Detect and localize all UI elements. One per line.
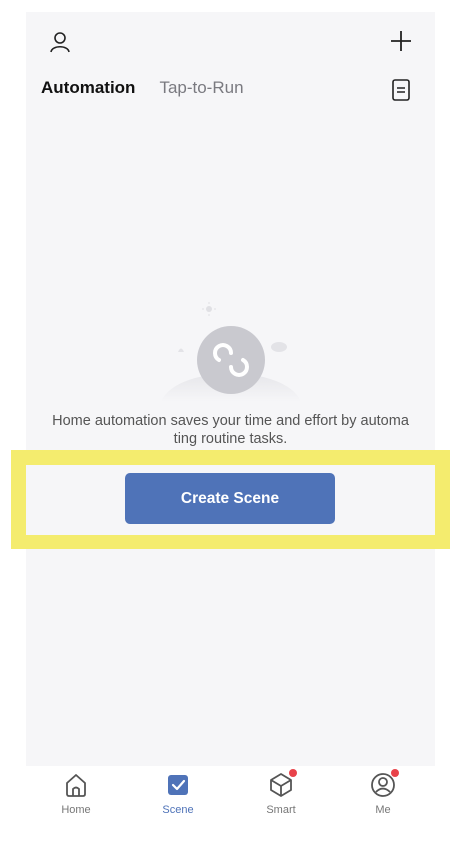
profile-icon[interactable] — [48, 30, 72, 54]
home-icon — [66, 774, 86, 797]
me-badge — [391, 769, 399, 777]
nav-smart[interactable]: Smart — [241, 769, 321, 816]
nav-home[interactable]: Home — [36, 772, 116, 816]
scene-check-icon — [168, 775, 188, 795]
bottom-nav: Home Scene Smart Me — [26, 766, 435, 846]
nav-scene[interactable]: Scene — [138, 772, 218, 816]
nav-label-scene: Scene — [162, 804, 194, 816]
empty-state-illustration — [161, 302, 301, 402]
empty-state-message: Home automation saves your time and effo… — [52, 413, 409, 447]
log-list-icon[interactable] — [389, 78, 413, 102]
nav-label-home: Home — [61, 804, 91, 816]
tab-automation[interactable]: Automation — [41, 78, 135, 98]
sun-icon — [206, 306, 212, 312]
nav-label-me: Me — [375, 804, 391, 816]
cloud-icon — [271, 342, 287, 352]
tab-tap-to-run[interactable]: Tap-to-Run — [159, 78, 243, 98]
create-scene-button[interactable]: Create Scene — [125, 473, 335, 524]
smart-badge — [289, 769, 297, 777]
sync-loop-icon — [197, 326, 265, 394]
scene-screen: Automation Tap-to-Run Home automation sa… — [26, 12, 435, 766]
add-icon[interactable] — [389, 29, 413, 53]
nav-label-smart: Smart — [266, 804, 296, 816]
nav-me[interactable]: Me — [343, 769, 423, 816]
scene-tabs: Automation Tap-to-Run — [41, 78, 244, 98]
